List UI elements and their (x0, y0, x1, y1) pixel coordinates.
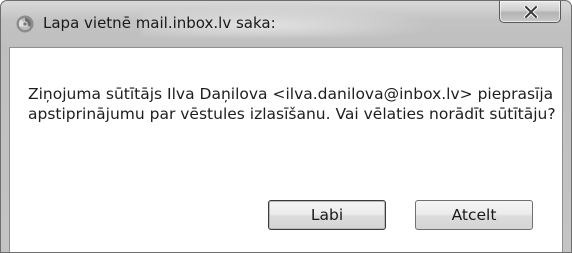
title-bar: Lapa vietnē mail.inbox.lv saka: (1, 1, 571, 47)
dialog-title: Lapa vietnē mail.inbox.lv saka: (43, 14, 276, 32)
dialog-body: Ziņojuma sūtītājs Ilva Daņilova <ilva.da… (9, 47, 563, 252)
browser-icon (16, 15, 34, 33)
dialog-message: Ziņojuma sūtītājs Ilva Daņilova <ilva.da… (28, 85, 556, 123)
close-button[interactable] (499, 1, 561, 23)
ok-button[interactable]: Labi (268, 200, 386, 230)
cancel-button[interactable]: Atcelt (415, 200, 533, 230)
dialog-window: Lapa vietnē mail.inbox.lv saka: Ziņojuma… (0, 0, 572, 253)
